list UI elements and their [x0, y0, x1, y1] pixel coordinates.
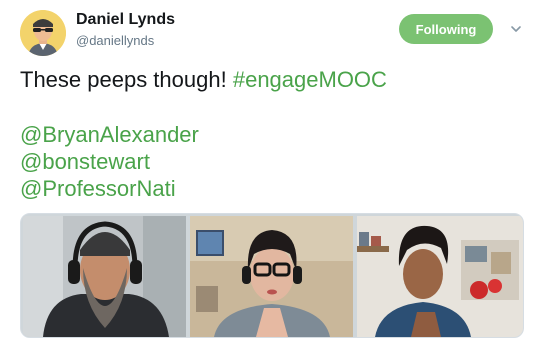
mention-link[interactable]: @bonstewart	[20, 148, 199, 175]
video-panel-2	[190, 216, 353, 337]
user-name[interactable]: Daniel Lynds	[76, 11, 175, 29]
mention-link[interactable]: @BryanAlexander	[20, 121, 199, 148]
media-image[interactable]	[20, 213, 524, 338]
chevron-down-icon[interactable]	[509, 22, 523, 36]
user-handle[interactable]: @daniellynds	[76, 33, 154, 48]
video-panel-3	[357, 216, 523, 337]
hashtag-link[interactable]: #engageMOOC	[233, 67, 387, 92]
mention-list: @BryanAlexander @bonstewart @ProfessorNa…	[20, 121, 199, 202]
tweet-body: These peeps though!	[20, 67, 227, 92]
tweet-card: Daniel Lynds @daniellynds Following Thes…	[0, 0, 544, 348]
avatar[interactable]	[20, 10, 66, 56]
mention-link[interactable]: @ProfessorNati	[20, 175, 199, 202]
video-panel-1	[23, 216, 186, 337]
following-button[interactable]: Following	[399, 14, 493, 44]
tweet-text: These peeps though! #engageMOOC	[20, 66, 387, 93]
